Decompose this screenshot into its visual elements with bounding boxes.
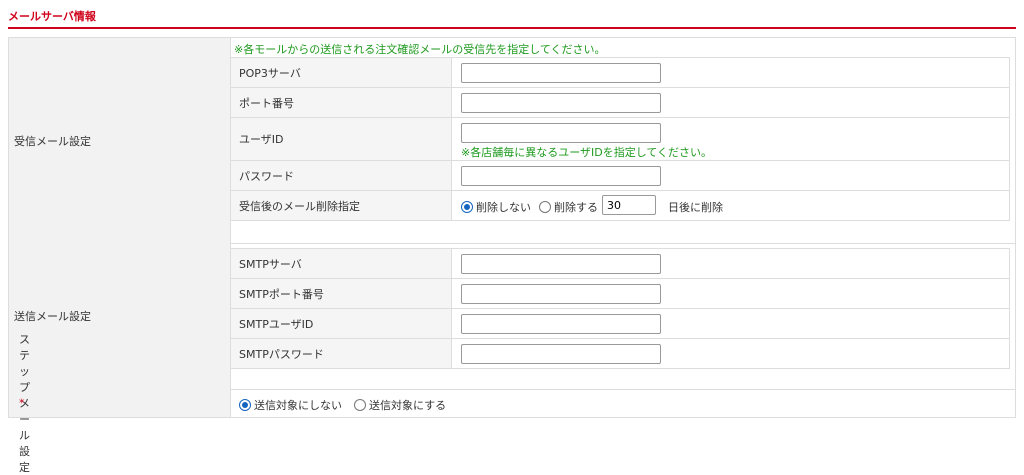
pop3-server-input[interactable] [461, 63, 661, 83]
step-yes-label: 送信対象にする [369, 399, 447, 412]
delete-yes-label: 削除する [554, 201, 598, 214]
required-mark: * [19, 396, 25, 410]
password-input[interactable] [461, 166, 661, 186]
title-divider [8, 27, 1016, 29]
send-fields-table: SMTPサーバ SMTPポート番号 SMTPユーザID SMTPパスワード [230, 248, 1010, 369]
port-number-input[interactable] [461, 93, 661, 113]
mail-server-form: 受信メール設定 ※各モールからの送信される注文確認メールの受信先を指定してくださ… [8, 37, 1016, 474]
receive-mail-note: ※各モールからの送信される注文確認メールの受信先を指定してください。 [234, 43, 606, 56]
delete-no-option[interactable]: 削除しない [461, 199, 531, 215]
step-mail-label-cell: ステップメール設定 * [8, 333, 231, 474]
smtp-password-input[interactable] [461, 344, 661, 364]
smtp-port-input[interactable] [461, 284, 661, 304]
step-yes-option[interactable]: 送信対象にする [354, 397, 446, 413]
port-row: ポート番号 [231, 88, 1009, 118]
section-title: メールサーバ情報 [8, 10, 96, 23]
smtp-user-row: SMTPユーザID [231, 309, 1009, 339]
step-no-label: 送信対象にしない [254, 399, 342, 412]
send-mail-row: 送信メール設定 SMTPサーバ SMTPポート番号 SMTPユーザID SMTP… [8, 243, 1016, 390]
smtp-server-label: SMTPサーバ [239, 257, 302, 271]
receive-mail-label: 受信メール設定 [14, 134, 91, 148]
pop3-label: POP3サーバ [239, 66, 301, 80]
pop3-row: POP3サーバ [231, 58, 1009, 88]
smtp-user-label: SMTPユーザID [239, 317, 314, 331]
delete-yes-radio[interactable] [539, 201, 551, 213]
user-id-note: ※各店舗毎に異なるユーザIDを指定してください。 [461, 146, 713, 159]
delete-yes-option[interactable]: 削除する [539, 199, 598, 215]
password-row: パスワード [231, 161, 1009, 191]
smtp-user-input[interactable] [461, 314, 661, 334]
smtp-server-input[interactable] [461, 254, 661, 274]
port-label: ポート番号 [239, 96, 294, 110]
delete-setting-row: 受信後のメール削除指定 削除しない 削除する 日後に削除 [231, 191, 1009, 221]
receive-mail-row: 受信メール設定 ※各モールからの送信される注文確認メールの受信先を指定してくださ… [8, 38, 1016, 244]
step-no-option[interactable]: 送信対象にしない [239, 397, 342, 413]
send-mail-label-cell: 送信メール設定 [8, 243, 231, 389]
smtp-password-label: SMTPパスワード [239, 347, 324, 361]
delete-no-label: 削除しない [476, 201, 531, 214]
step-mail-row: ステップメール設定 * 送信対象にしない 送信対象にする [8, 333, 1016, 474]
send-mail-label: 送信メール設定 [14, 310, 91, 323]
user-id-label: ユーザID [239, 133, 284, 146]
smtp-server-row: SMTPサーバ [231, 249, 1009, 279]
step-no-radio[interactable] [239, 399, 251, 411]
delete-days-input[interactable] [602, 195, 656, 215]
receive-mail-label-cell: 受信メール設定 [8, 38, 231, 243]
smtp-port-label: SMTPポート番号 [239, 287, 324, 301]
smtp-password-row: SMTPパスワード [231, 339, 1009, 369]
receive-mail-body: ※各モールからの送信される注文確認メールの受信先を指定してください。 POP3サ… [230, 38, 1016, 243]
delete-setting-label: 受信後のメール削除指定 [239, 199, 360, 213]
delete-no-radio[interactable] [461, 201, 473, 213]
user-id-row: ユーザID ※各店舗毎に異なるユーザIDを指定してください。 [231, 118, 1009, 161]
password-label: パスワード [239, 169, 294, 183]
step-yes-radio[interactable] [354, 399, 366, 411]
smtp-port-row: SMTPポート番号 [231, 279, 1009, 309]
receive-fields-table: POP3サーバ ポート番号 ユーザID ※各店舗毎に異なるユーザIDを指定してく… [230, 57, 1010, 221]
step-mail-body: 送信対象にしない 送信対象にする [230, 389, 1016, 417]
send-mail-body: SMTPサーバ SMTPポート番号 SMTPユーザID SMTPパスワード [230, 243, 1016, 389]
user-id-input[interactable] [461, 123, 661, 143]
delete-days-suffix: 日後に削除 [668, 201, 723, 214]
